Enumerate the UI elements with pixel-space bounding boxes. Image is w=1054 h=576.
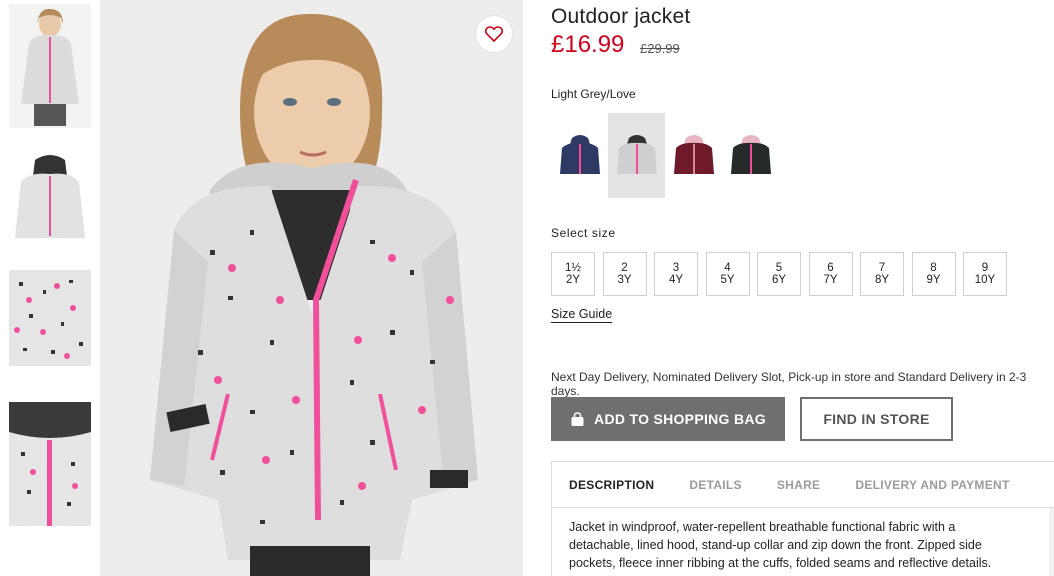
size-top-label: 5 [775, 262, 783, 274]
size-option[interactable]: 1½ 2Y [551, 252, 595, 296]
fabric-detail-photo-icon [9, 270, 91, 366]
size-option[interactable]: 5 6Y [757, 252, 801, 296]
size-top-label: 9 [981, 262, 989, 274]
jacket-swatch-icon [616, 134, 657, 174]
size-bottom-label: 10Y [974, 274, 996, 286]
size-option[interactable]: 4 5Y [705, 252, 750, 296]
swatch-burgundy[interactable] [665, 113, 722, 198]
jacket-swatch-icon [673, 134, 714, 174]
favourite-button[interactable] [475, 15, 513, 53]
add-to-bag-button[interactable]: ADD TO SHOPPING BAG [551, 397, 785, 441]
girl-front-photo-icon [9, 4, 91, 128]
thumbnail-2[interactable] [9, 142, 91, 262]
original-price: £29.99 [640, 41, 680, 56]
tab-description[interactable]: DESCRIPTION [569, 478, 654, 492]
size-bottom-label: 5Y [720, 274, 735, 286]
product-info-panel: Outdoor jacket £16.99 £29.99 Light Grey/… [551, 0, 1054, 576]
thumbnail-4[interactable] [9, 402, 91, 526]
select-size-label: Select size [551, 226, 616, 240]
size-top-label: 1½ [565, 262, 581, 274]
size-top-label: 2 [621, 262, 628, 274]
size-bottom-label: 4Y [668, 274, 684, 286]
hood-detail-photo-icon [9, 402, 91, 526]
jacket-flat-photo-icon [9, 142, 91, 262]
find-in-store-button[interactable]: FIND IN STORE [800, 397, 953, 441]
tab-bar: DESCRIPTION DETAILS SHARE DELIVERY AND P… [552, 462, 1054, 508]
size-option[interactable]: 7 8Y [860, 252, 904, 296]
shopping-bag-icon [570, 411, 585, 427]
size-guide-link[interactable]: Size Guide [551, 307, 613, 323]
size-option[interactable]: 8 9Y [911, 252, 956, 296]
size-bottom-label: 3Y [617, 274, 632, 286]
heart-icon [485, 26, 503, 42]
tab-share[interactable]: SHARE [777, 478, 821, 492]
color-swatches [551, 113, 779, 198]
description-scrollbar[interactable] [1049, 508, 1054, 576]
size-option[interactable]: 6 7Y [808, 252, 853, 296]
tab-details[interactable]: DETAILS [689, 478, 742, 492]
product-tabs-panel: DESCRIPTION DETAILS SHARE DELIVERY AND P… [551, 461, 1054, 576]
swatch-black[interactable] [722, 113, 779, 198]
size-bottom-label: 6Y [771, 274, 787, 286]
thumbnail-strip [0, 0, 100, 576]
size-top-label: 3 [672, 262, 680, 274]
size-top-label: 8 [930, 262, 937, 274]
product-price: £16.99 [551, 31, 625, 58]
size-top-label: 6 [827, 262, 834, 274]
size-options: 1½ 2Y 2 3Y 3 4Y 4 5Y 5 6Y 6 7Y 7 8Y 8 9Y 9 10Y [551, 252, 1015, 296]
product-title: Outdoor jacket [551, 5, 691, 28]
size-bottom-label: 2Y [565, 274, 581, 286]
size-top-label: 7 [878, 262, 886, 274]
add-to-bag-label: ADD TO SHOPPING BAG [594, 411, 766, 427]
thumbnail-3[interactable] [9, 270, 91, 366]
size-option[interactable]: 3 4Y [654, 252, 698, 296]
thumbnail-1[interactable] [9, 4, 91, 128]
selected-color-name: Light Grey/Love [551, 87, 636, 101]
main-product-image[interactable] [100, 0, 523, 576]
girl-jacket-photo-icon [100, 0, 523, 576]
delivery-info: Next Day Delivery, Nominated Delivery Sl… [551, 370, 1027, 398]
swatch-navy[interactable] [551, 113, 608, 198]
jacket-swatch-icon [559, 134, 600, 174]
size-bottom-label: 7Y [823, 274, 838, 286]
size-top-label: 4 [724, 262, 731, 274]
size-option[interactable]: 2 3Y [602, 252, 647, 296]
size-bottom-label: 9Y [926, 274, 941, 286]
size-bottom-label: 8Y [874, 274, 890, 286]
size-option[interactable]: 9 10Y [963, 252, 1007, 296]
swatch-light-grey[interactable] [608, 113, 665, 198]
tab-delivery-payment[interactable]: DELIVERY AND PAYMENT [855, 478, 1009, 492]
description-text: Jacket in windproof, water-repellent bre… [569, 520, 992, 570]
jacket-swatch-icon [730, 134, 771, 174]
